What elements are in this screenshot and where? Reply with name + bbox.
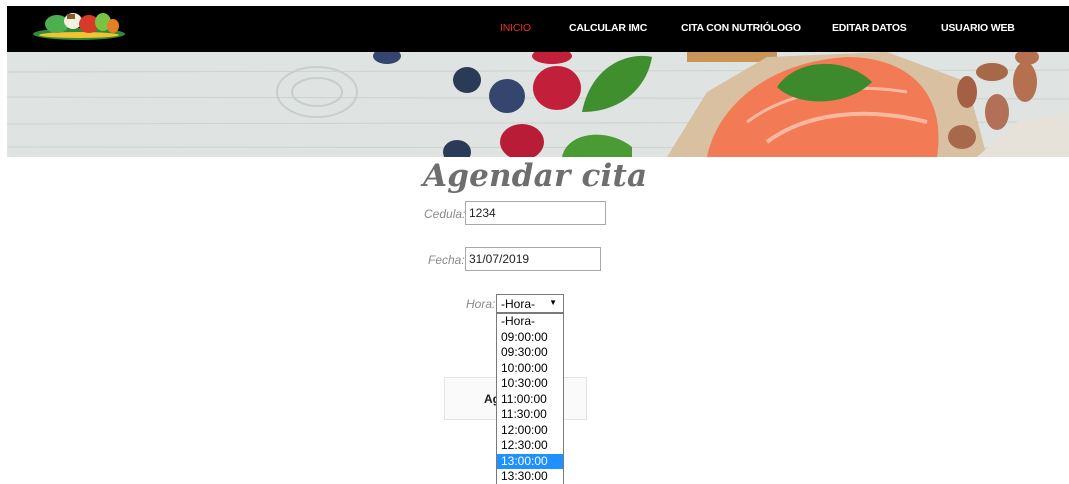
chevron-down-icon: ▼ xyxy=(549,298,557,307)
hora-option[interactable]: 10:30:00 xyxy=(497,376,563,392)
hora-option[interactable]: -Hora- xyxy=(497,314,563,330)
hora-option[interactable]: 10:00:00 xyxy=(497,361,563,377)
logo[interactable] xyxy=(27,8,127,44)
cedula-label: Cedula: xyxy=(424,207,466,221)
hora-option[interactable]: 11:30:00 xyxy=(497,407,563,423)
hora-label: Hora: xyxy=(466,297,496,311)
fecha-input[interactable] xyxy=(465,247,601,271)
nav-usuario-web[interactable]: USUARIO WEB xyxy=(941,22,1015,34)
nav-editar-datos[interactable]: EDITAR DATOS xyxy=(832,22,907,34)
cedula-input[interactable] xyxy=(465,201,606,225)
nav-calcular-imc[interactable]: CALCULAR IMC xyxy=(569,22,647,34)
hora-option[interactable]: 11:00:00 xyxy=(497,392,563,408)
hora-option[interactable]: 09:00:00 xyxy=(497,330,563,346)
hora-option[interactable]: 09:30:00 xyxy=(497,345,563,361)
hora-select[interactable]: -Hora- ▼ xyxy=(496,294,564,313)
hora-selected-value: -Hora- xyxy=(501,297,536,311)
hora-option[interactable]: 13:00:00 xyxy=(497,453,563,469)
page-title: Agendar cita xyxy=(423,158,648,194)
hora-option[interactable]: 12:30:00 xyxy=(497,438,563,454)
fecha-label: Fecha: xyxy=(428,253,465,267)
nav-inicio[interactable]: INICIO xyxy=(500,22,531,34)
nav-cita-nutriologo[interactable]: CITA CON NUTRIÓLOGO xyxy=(681,22,801,34)
top-navbar: INICIO CALCULAR IMC CITA CON NUTRIÓLOGO … xyxy=(7,6,1069,52)
hora-option[interactable]: 12:00:00 xyxy=(497,423,563,439)
hora-dropdown-list: -Hora- 09:00:00 09:30:00 10:00:00 10:30:… xyxy=(496,313,564,484)
food-banner-image xyxy=(7,52,1069,157)
hora-option[interactable]: 13:30:00 xyxy=(497,469,563,484)
